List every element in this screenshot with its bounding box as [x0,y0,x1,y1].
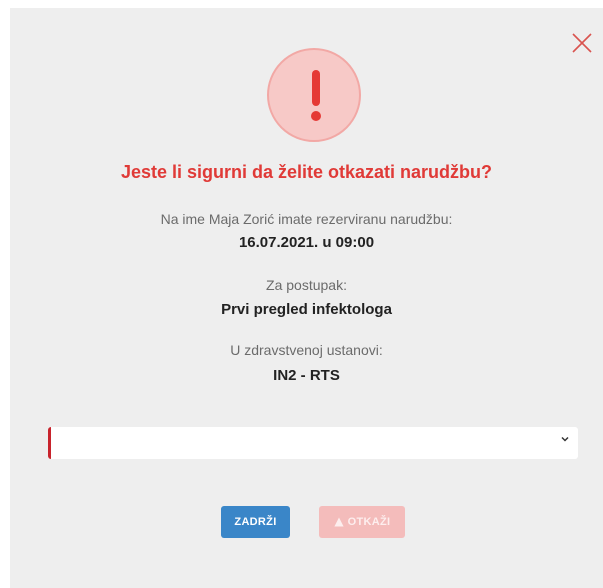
procedure-name: Prvi pregled infektologa [221,301,392,318]
cancel-appointment-dialog: Jeste li sigurni da želite otkazati naru… [10,8,603,588]
cancel-reason-select[interactable] [48,427,578,459]
procedure-label: Za postupak: [266,277,347,293]
keep-button[interactable]: ZADRŽI [221,506,290,538]
exclamation-dot [311,111,321,121]
institution-label: U zdravstvenoj ustanovi: [230,342,383,358]
cancel-button-label: OTKAŽI [347,516,391,528]
institution-name: IN2 - RTS [273,367,340,384]
reservation-text: Na ime Maja Zorić imate rezerviranu naru… [160,211,453,227]
keep-button-label: ZADRŽI [234,516,277,528]
appointment-datetime: 16.07.2021. u 09:00 [238,234,375,251]
dialog-title: Jeste li sigurni da želite otkazati naru… [120,162,493,182]
warning-icon [334,517,344,527]
exclamation-icon [312,70,320,106]
cancel-appointment-button[interactable]: OTKAŽI [319,506,405,538]
alert-badge [267,48,361,142]
close-icon[interactable] [571,32,593,54]
chevron-down-icon [561,436,569,442]
